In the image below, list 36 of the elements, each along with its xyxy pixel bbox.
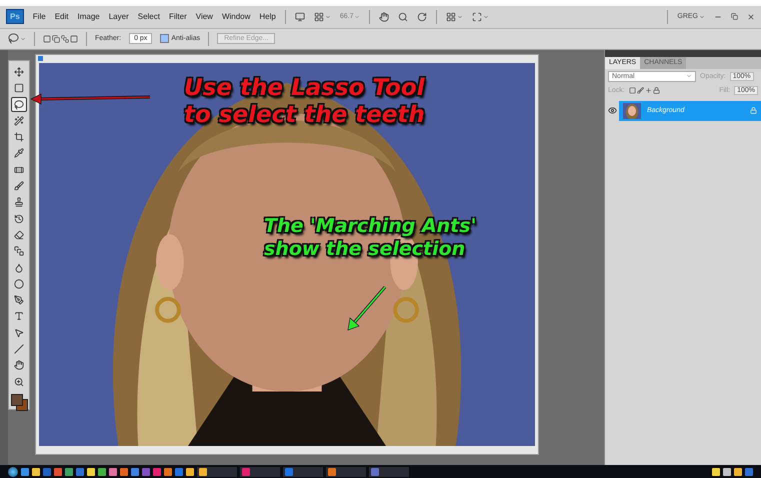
lock-options-icon[interactable]	[628, 86, 660, 94]
screen-mode-icon[interactable]	[472, 12, 490, 22]
menu-item[interactable]: File	[32, 12, 46, 22]
lasso-tool-icon[interactable]	[11, 97, 27, 112]
layer-thumbnail	[623, 102, 641, 119]
anti-alias-checkbox[interactable]	[160, 34, 170, 44]
menu-item[interactable]: Filter	[168, 12, 187, 22]
taskbar-window-button[interactable]	[326, 466, 366, 477]
restore-icon[interactable]	[731, 13, 738, 20]
arrange-icon[interactable]	[446, 12, 464, 22]
hand-icon[interactable]	[379, 12, 390, 22]
color-swatches-icon[interactable]	[11, 394, 27, 409]
search-icon[interactable]	[398, 12, 408, 22]
selection-mode-icon[interactable]	[43, 34, 78, 43]
menu-item[interactable]: Select	[138, 12, 160, 22]
caret-icon	[686, 73, 692, 80]
menu-item[interactable]: Window	[222, 12, 250, 22]
caret-icon	[354, 14, 360, 20]
menu-item[interactable]: Layer	[108, 12, 129, 22]
menu-item[interactable]: Image	[77, 12, 100, 22]
menu-item[interactable]: Help	[259, 12, 276, 22]
menu-item[interactable]: View	[196, 12, 213, 22]
monitor-icon[interactable]	[294, 12, 305, 22]
taskbar-window-button[interactable]	[197, 466, 237, 477]
start-button[interactable]	[8, 466, 18, 477]
pointer-arrow	[348, 286, 386, 330]
taskbar-window-button[interactable]	[240, 466, 280, 477]
caret-icon	[699, 14, 705, 20]
menu-item[interactable]: Edit	[54, 12, 68, 22]
taskbar-window-button[interactable]	[283, 466, 323, 477]
close-icon[interactable]	[747, 12, 755, 21]
document-icon	[38, 56, 43, 62]
lasso-icon[interactable]	[8, 33, 26, 44]
taskbar-window-button[interactable]	[369, 466, 409, 477]
layout-icon[interactable]	[314, 12, 331, 22]
rotate-icon[interactable]	[417, 12, 428, 22]
